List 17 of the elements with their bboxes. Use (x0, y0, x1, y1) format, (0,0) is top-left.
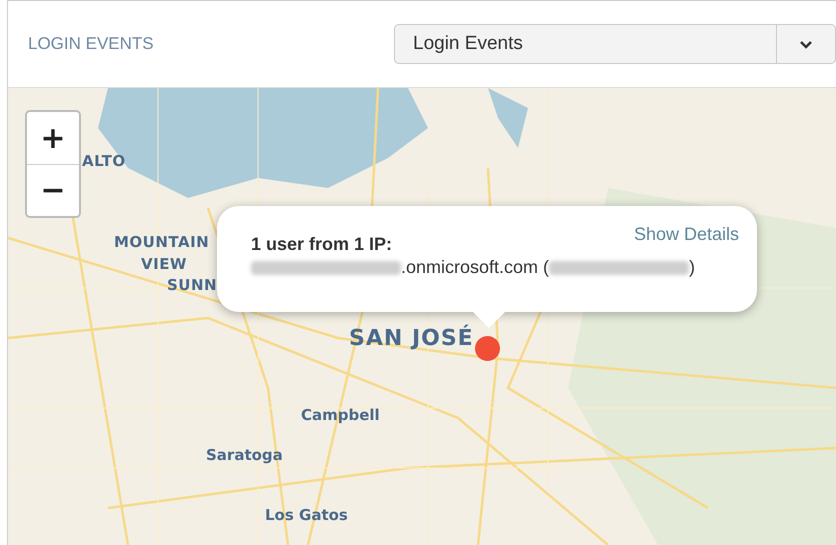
chevron-down-icon (799, 40, 813, 48)
events-dropdown[interactable]: Login Events (394, 24, 836, 64)
panel-title: LOGIN EVENTS (28, 34, 154, 54)
show-details-link[interactable]: Show Details (634, 224, 739, 245)
map-label: SAN JOSÉ (349, 326, 474, 351)
map-label: Saratoga (206, 446, 283, 464)
closing-paren: ) (689, 257, 696, 278)
map-label: VIEW (141, 255, 187, 273)
map-label: Campbell (301, 406, 380, 424)
map-label: Los Gatos (265, 506, 348, 524)
map-label: MOUNTAIN (114, 233, 210, 251)
map-label: SUNN (167, 276, 218, 294)
map-label: ALTO (82, 152, 126, 170)
popup-heading: 1 user from 1 IP: (251, 234, 392, 255)
zoom-out-button[interactable]: − (27, 164, 79, 216)
location-marker[interactable] (475, 336, 500, 361)
email-domain-text: .onmicrosoft.com ( (401, 257, 550, 278)
